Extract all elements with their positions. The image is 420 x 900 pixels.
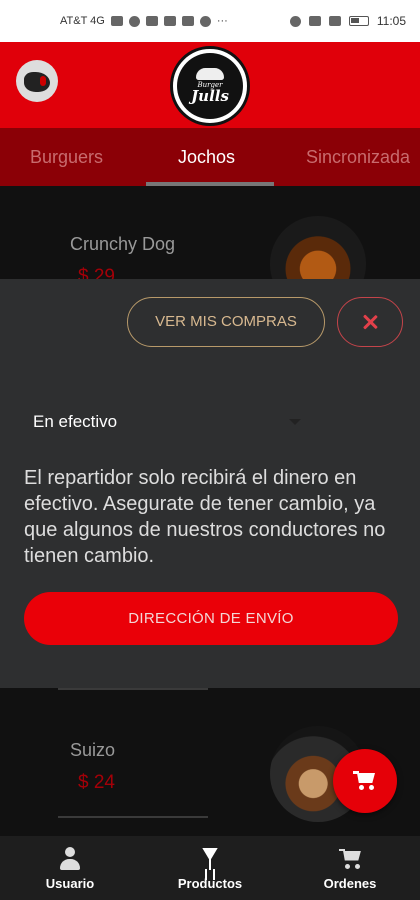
tab-sincronizada[interactable]: Sincronizada (306, 128, 410, 186)
payment-method-select[interactable]: En efectivo (33, 409, 301, 435)
tab-jochos[interactable]: Jochos (178, 128, 235, 186)
product-price: $ 24 (78, 772, 115, 793)
more-notifications-icon: ··· (216, 15, 228, 27)
mail-icon (181, 16, 194, 26)
signal-icon (110, 16, 123, 26)
cart-fab-button[interactable] (333, 749, 397, 813)
product-name: Suizo (70, 740, 116, 760)
logo-big-text: Julls (191, 86, 229, 105)
divider (58, 688, 208, 690)
ver-mis-compras-button[interactable]: VER MIS COMPRAS (127, 297, 325, 347)
close-button[interactable] (337, 297, 403, 347)
cart-icon (337, 846, 363, 872)
tab-burguers[interactable]: Burguers (30, 128, 103, 186)
checkout-sheet: VER MIS COMPRAS En efectivo El repartido… (0, 279, 420, 688)
clock: 11:05 (376, 14, 406, 28)
close-icon (362, 314, 378, 330)
avatar[interactable] (16, 60, 58, 102)
nav-label: Ordenes (323, 875, 377, 891)
cart-icon (353, 771, 377, 791)
brand-logo: Burger Julls (170, 46, 250, 126)
direccion-envio-button[interactable]: DIRECCIÓN DE ENVÍO (24, 592, 398, 645)
facebook-icon (199, 15, 211, 27)
app-header: Burger Julls (0, 42, 420, 128)
bluetooth-icon (308, 16, 321, 26)
bottom-nav: Usuario Productos Ordenes (0, 836, 420, 900)
product-name: Crunchy Dog (70, 234, 176, 254)
mail-icon (163, 16, 176, 26)
nav-label: Usuario (45, 875, 95, 891)
vibrate-icon (328, 16, 341, 26)
glass-icon (197, 846, 223, 872)
divider (58, 816, 208, 818)
mail-icon (145, 16, 158, 26)
nav-label: Productos (177, 875, 243, 891)
nav-productos[interactable]: Productos (140, 836, 280, 900)
payment-note: El repartidor solo recibirá el dinero en… (24, 467, 386, 567)
category-tabs: Burguers Jochos Sincronizada (0, 128, 420, 186)
payment-method-value: En efectivo (33, 412, 118, 431)
nav-ordenes[interactable]: Ordenes (280, 836, 420, 900)
whatsapp-icon (128, 15, 140, 27)
battery-icon (348, 16, 369, 26)
status-bar: AT&T 4G ··· 11:05 (0, 0, 420, 42)
user-icon (57, 846, 83, 872)
burger-logo-icon (196, 67, 224, 80)
alarm-icon (289, 15, 301, 27)
nav-usuario[interactable]: Usuario (0, 836, 140, 900)
carrier-label: AT&T 4G (60, 15, 105, 27)
chevron-down-icon (289, 419, 301, 425)
